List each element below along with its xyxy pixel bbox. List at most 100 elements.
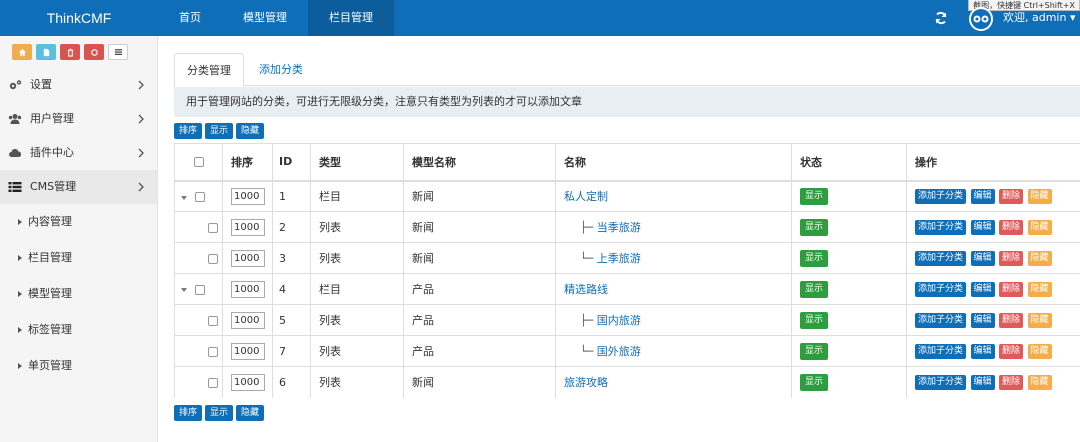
hide-row-button[interactable]: 隐藏 [1027,220,1052,235]
col-type: 类型 [310,143,404,182]
add-subcategory-button[interactable]: 添加子分类 [915,251,967,266]
category-name-link[interactable]: 国外旅游 [597,345,641,358]
hide-row-button[interactable]: 隐藏 [1027,251,1052,266]
show-button[interactable]: 显示 [205,405,234,421]
add-subcategory-button[interactable]: 添加子分类 [915,282,967,297]
home-shortcut-icon[interactable] [12,44,32,60]
row-checkbox[interactable] [207,253,218,264]
edit-button[interactable]: 编辑 [970,251,995,266]
sort-order-input[interactable] [231,187,265,205]
sort-order-input[interactable] [231,311,265,329]
tab-bar: 分类管理 添加分类 [174,53,1080,87]
sidebar-item-plugins[interactable]: 插件中心 [0,136,157,170]
delete-button[interactable]: 删除 [999,313,1024,328]
add-subcategory-button[interactable]: 添加子分类 [915,375,967,391]
add-subcategory-button[interactable]: 添加子分类 [915,313,967,328]
file-shortcut-icon[interactable] [36,44,56,60]
hide-row-button[interactable]: 隐藏 [1027,313,1052,328]
caret-right-icon [18,291,22,297]
category-name-link[interactable]: 精选路线 [564,283,608,296]
delete-button[interactable]: 删除 [999,282,1024,297]
edit-button[interactable]: 编辑 [970,189,995,205]
operations-cell: 添加子分类 编辑 删除 隐藏 [906,335,1080,367]
hide-row-button[interactable]: 隐藏 [1027,375,1052,391]
sidebar-item-settings[interactable]: 设置 [0,68,157,102]
edit-button[interactable]: 编辑 [970,313,995,328]
row-checkbox[interactable] [207,315,218,326]
hide-button[interactable]: 隐藏 [236,405,265,421]
hide-button[interactable]: 隐藏 [236,123,265,139]
sort-order-input[interactable] [231,280,265,298]
sidebar-subitem-pages[interactable]: 单页管理 [0,348,157,384]
sort-order-input[interactable] [231,218,265,236]
recycle-shortcut-icon[interactable] [84,44,104,60]
category-name-link[interactable]: 上季旅游 [597,252,641,265]
expand-caret-icon[interactable] [181,288,187,292]
edit-button[interactable]: 编辑 [970,220,995,235]
refresh-icon[interactable] [934,11,948,25]
status-badge[interactable]: 显示 [800,218,829,236]
category-name-link[interactable]: 私人定制 [564,190,608,203]
category-name-link[interactable]: 当季旅游 [597,221,641,234]
tab-add-category[interactable]: 添加分类 [247,53,315,86]
category-name-link[interactable]: 旅游攻略 [564,376,608,389]
sidebar-subitem-model[interactable]: 模型管理 [0,276,157,312]
tab-category-management[interactable]: 分类管理 [174,53,244,87]
row-checkbox[interactable] [207,346,218,357]
hide-row-button[interactable]: 隐藏 [1027,282,1052,297]
row-checkbox[interactable] [207,222,218,233]
trash-shortcut-icon[interactable] [60,44,80,60]
nav-home[interactable]: 首页 [158,0,222,36]
expand-caret-icon[interactable] [181,195,187,200]
sidebar-item-cms[interactable]: CMS管理 [0,170,157,204]
sidebar-subitem-content[interactable]: 内容管理 [0,204,157,240]
show-button[interactable]: 显示 [205,123,234,139]
add-subcategory-button[interactable]: 添加子分类 [915,220,967,235]
add-subcategory-button[interactable]: 添加子分类 [915,189,967,205]
status-badge[interactable]: 显示 [800,342,829,360]
status-badge[interactable]: 显示 [800,187,829,205]
type-cell: 栏目 [310,273,404,305]
delete-button[interactable]: 删除 [999,189,1024,205]
col-sort: 排序 [222,143,273,182]
status-cell: 显示 [791,273,907,305]
sort-order-input[interactable] [231,342,265,360]
operations-cell: 添加子分类 编辑 删除 隐藏 [906,273,1080,305]
sidebar-subitem-tags[interactable]: 标签管理 [0,312,157,348]
edit-button[interactable]: 编辑 [970,375,995,391]
col-operations: 操作 [906,143,1080,182]
row-checkbox[interactable] [207,377,218,388]
sort-order-input[interactable] [231,373,265,391]
list-shortcut-icon[interactable] [108,44,128,60]
delete-button[interactable]: 删除 [999,220,1024,235]
sidebar-subitem-category[interactable]: 栏目管理 [0,240,157,276]
status-badge[interactable]: 显示 [800,373,829,391]
brand-logo[interactable]: ThinkCMF [0,0,158,36]
edit-button[interactable]: 编辑 [970,282,995,297]
user-avatar[interactable] [969,7,993,31]
row-checkbox[interactable] [194,284,205,295]
hide-row-button[interactable]: 隐藏 [1027,189,1052,205]
hide-row-button[interactable]: 隐藏 [1027,344,1052,359]
add-subcategory-button[interactable]: 添加子分类 [915,344,967,359]
sort-order-input[interactable] [231,249,265,267]
edit-button[interactable]: 编辑 [970,344,995,359]
sidebar-item-users[interactable]: 用户管理 [0,102,157,136]
sort-button[interactable]: 排序 [174,405,203,421]
sort-button[interactable]: 排序 [174,123,203,139]
sort-cell [222,366,273,398]
delete-button[interactable]: 删除 [999,344,1024,359]
select-all-checkbox[interactable] [193,157,204,168]
nav-category-management[interactable]: 栏目管理 [308,0,394,36]
row-select-cell [174,180,223,212]
category-name-link[interactable]: 国内旅游 [597,314,641,327]
user-menu[interactable]: 欢迎, admin ▾ [1003,0,1075,36]
delete-button[interactable]: 删除 [999,375,1024,391]
nav-model-management[interactable]: 模型管理 [222,0,308,36]
chevron-right-icon [138,114,144,124]
status-badge[interactable]: 显示 [800,280,829,298]
delete-button[interactable]: 删除 [999,251,1024,266]
status-badge[interactable]: 显示 [800,249,829,267]
status-badge[interactable]: 显示 [800,311,829,329]
row-checkbox[interactable] [194,191,205,202]
